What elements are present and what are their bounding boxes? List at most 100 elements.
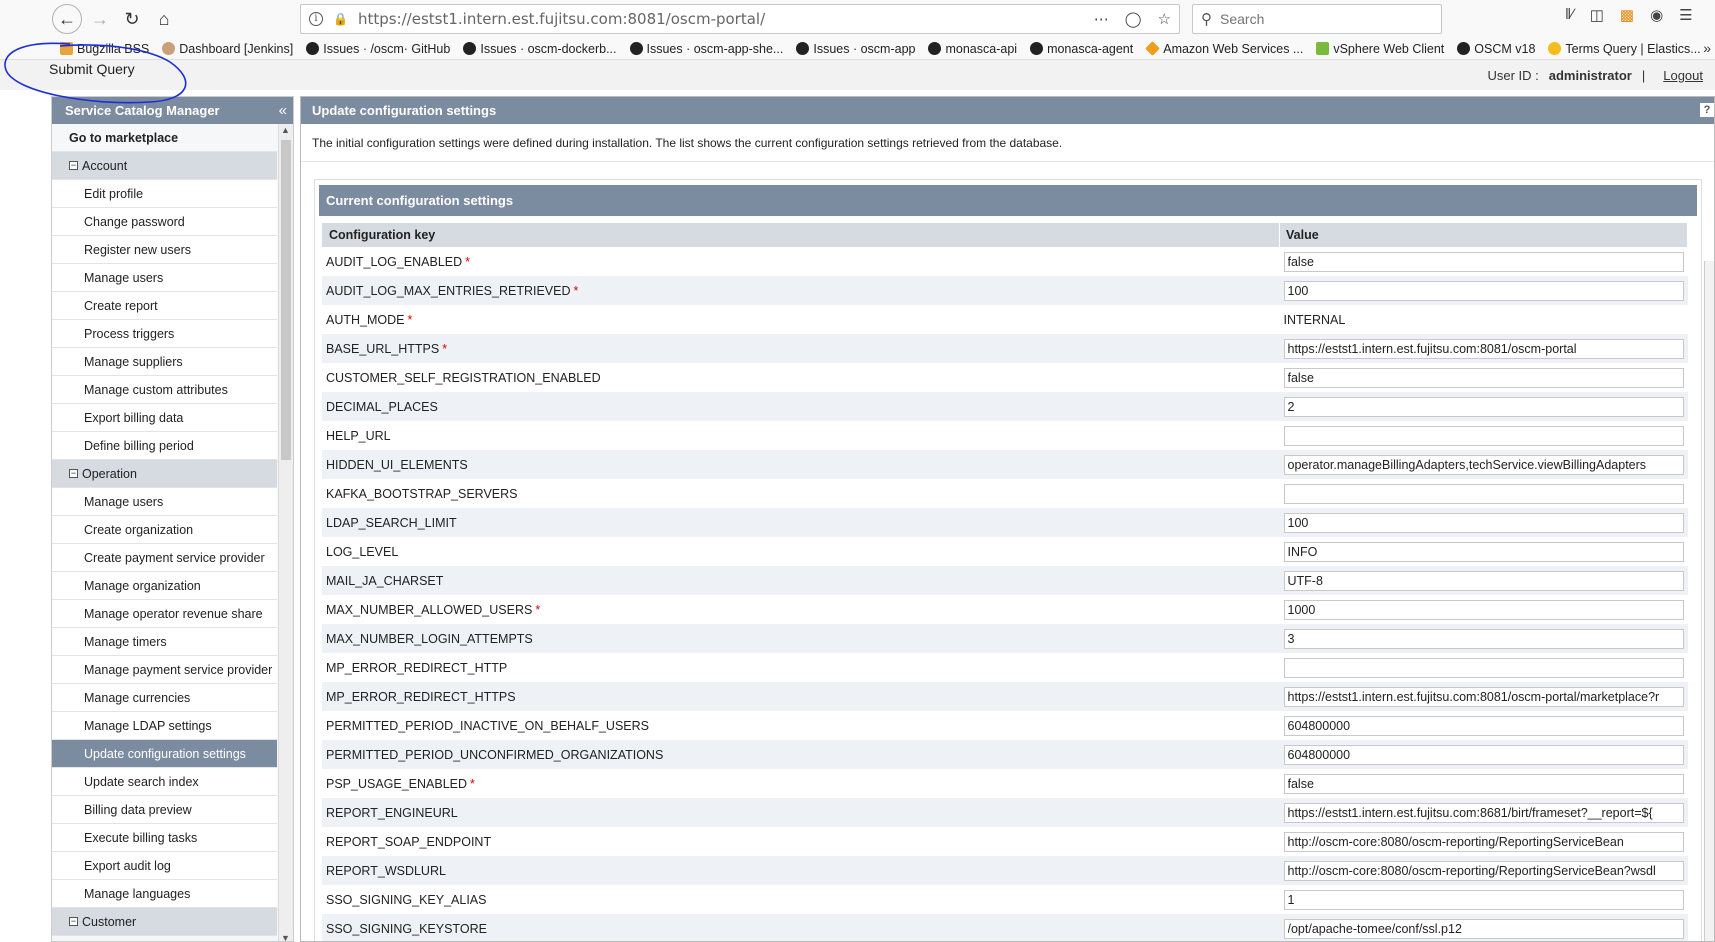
config-value-input[interactable] [1283, 744, 1684, 765]
config-value-input[interactable] [1283, 715, 1684, 736]
scroll-up-icon[interactable]: ▲ [281, 125, 290, 135]
help-icon[interactable]: ? [1700, 103, 1714, 117]
sidebar-toggle-icon[interactable]: ◫ [1590, 6, 1604, 24]
sidebar-item-label: Export audit log [84, 859, 171, 873]
config-value-input[interactable] [1283, 889, 1684, 910]
sidebar-section[interactable]: − Operation [52, 460, 277, 488]
collapse-section-icon[interactable]: − [69, 917, 78, 926]
config-value-input[interactable] [1283, 628, 1684, 649]
bookmark-item[interactable]: Issues · oscm-app [796, 42, 915, 56]
collapse-sidebar-icon[interactable]: « [279, 97, 287, 124]
url-bar[interactable]: i 🔒 https://estst1.intern.est.fujitsu.co… [300, 4, 1180, 34]
config-value-input[interactable] [1283, 338, 1684, 359]
sidebar-item[interactable]: Manage organization [52, 572, 277, 600]
sidebar-scroll-thumb[interactable] [281, 140, 291, 460]
bookmark-item[interactable]: vSphere Web Client [1316, 42, 1444, 56]
star-bookmark-icon[interactable]: ☆ [1158, 10, 1171, 28]
more-bookmarks-icon[interactable]: » [1703, 40, 1711, 56]
sidebar-item[interactable]: Process triggers [52, 320, 277, 348]
sidebar-item[interactable]: Manage custom attributes [52, 376, 277, 404]
browser-search-input[interactable] [1220, 11, 1420, 27]
bookmark-item[interactable]: Amazon Web Services ... [1145, 41, 1303, 56]
extension-icon[interactable]: ▩ [1620, 6, 1634, 24]
sidebar-item[interactable]: Update search index [52, 768, 277, 796]
url-text[interactable]: https://estst1.intern.est.fujitsu.com:80… [358, 10, 765, 28]
config-value-input[interactable] [1283, 831, 1684, 852]
config-value-input[interactable] [1283, 425, 1684, 446]
home-icon[interactable]: ⌂ [148, 3, 180, 35]
sidebar-item[interactable]: Manage suppliers [52, 348, 277, 376]
sidebar-item[interactable]: Manage users [52, 264, 277, 292]
sidebar-item[interactable]: Register new users [52, 236, 277, 264]
config-value-input[interactable] [1283, 860, 1684, 881]
sidebar-item[interactable]: Update configuration settings [52, 740, 277, 768]
bookmark-item[interactable]: Issues · oscm-app-she... [629, 42, 783, 56]
sidebar-item[interactable]: Export audit log [52, 852, 277, 880]
bookmark-item[interactable]: Issues · oscm-dockerb... [463, 42, 617, 56]
sidebar-item[interactable]: Create organization [52, 516, 277, 544]
reload-icon[interactable]: ↻ [116, 3, 148, 35]
account-icon[interactable]: ◉ [1650, 6, 1663, 24]
bookmark-item[interactable]: Dashboard [Jenkins] [162, 42, 293, 56]
config-value-input[interactable] [1283, 773, 1684, 794]
collapse-section-icon[interactable]: − [69, 469, 78, 478]
menu-icon[interactable]: ☰ [1679, 6, 1692, 24]
config-value-input[interactable] [1283, 454, 1684, 475]
config-table: Configuration key Value AUDIT_LOG_ENABLE… [322, 223, 1688, 941]
back-arrow-icon[interactable]: ← [52, 4, 82, 34]
required-marker: * [465, 254, 471, 269]
forward-arrow-icon[interactable]: → [84, 3, 116, 35]
config-value-input[interactable] [1283, 541, 1684, 562]
sidebar-item[interactable]: Change password [52, 208, 277, 236]
config-value-input[interactable] [1283, 570, 1684, 591]
config-value-input[interactable] [1283, 657, 1684, 678]
bookmark-item[interactable]: monasca-agent [1030, 42, 1133, 56]
sidebar-scrollbar[interactable]: ▲ ▼ [278, 124, 293, 941]
bookmark-item[interactable]: Issues · /oscm· GitHub [306, 42, 450, 56]
library-icon[interactable]: ‖∕ [1565, 6, 1574, 24]
sidebar-section[interactable]: − Account [52, 152, 277, 180]
collapse-section-icon[interactable]: − [69, 161, 78, 170]
sidebar-item[interactable]: Manage languages [52, 880, 277, 908]
sidebar-item[interactable]: Manage users [52, 488, 277, 516]
config-value-input[interactable] [1283, 802, 1684, 823]
config-value-input[interactable] [1283, 396, 1684, 417]
config-value-input[interactable] [1283, 251, 1684, 272]
column-header-key: Configuration key [322, 223, 1280, 247]
main-scrollbar[interactable] [1704, 261, 1714, 941]
logout-link[interactable]: Logout [1663, 68, 1703, 83]
sidebar-item[interactable]: Create report [52, 292, 277, 320]
sidebar-item[interactable]: Define billing period [52, 432, 277, 460]
config-value-input[interactable] [1283, 512, 1684, 533]
bookmark-item[interactable]: Terms Query | Elastics... [1548, 42, 1701, 56]
sidebar-item[interactable]: Manage operator revenue share [52, 600, 277, 628]
sidebar-item[interactable]: Manage LDAP settings [52, 712, 277, 740]
sidebar-item[interactable]: Execute billing tasks [52, 824, 277, 852]
page-actions-icon[interactable]: ⋯ [1094, 10, 1109, 28]
sidebar-item[interactable]: Manage currencies [52, 684, 277, 712]
scroll-down-icon[interactable]: ▼ [281, 933, 290, 941]
submit-query-button[interactable]: Submit Query [49, 61, 135, 77]
sidebar-item[interactable]: Manage payment service provider [52, 656, 277, 684]
bookmark-item[interactable]: OSCM v18 [1457, 42, 1535, 56]
config-value-input[interactable] [1283, 367, 1684, 388]
sidebar-section[interactable]: − Customer [52, 908, 277, 936]
sidebar-item[interactable]: Manage timers [52, 628, 277, 656]
pocket-icon[interactable]: ◯ [1125, 10, 1142, 28]
info-icon[interactable]: i [309, 12, 323, 26]
bookmark-item[interactable]: Bugzilla BSS [60, 42, 149, 56]
config-value-input[interactable] [1283, 686, 1684, 707]
config-value-input[interactable] [1283, 483, 1684, 504]
sidebar-item[interactable]: Edit profile [52, 180, 277, 208]
lock-icon[interactable]: 🔒 [333, 12, 348, 26]
sidebar-item[interactable]: Export billing data [52, 404, 277, 432]
github-icon [463, 42, 477, 55]
browser-search-bar[interactable]: ⚲ [1192, 4, 1442, 34]
sidebar-item[interactable]: Create payment service provider [52, 544, 277, 572]
bookmark-item[interactable]: monasca-api [928, 42, 1017, 56]
config-value-input[interactable] [1283, 280, 1684, 301]
config-value-input[interactable] [1283, 599, 1684, 620]
sidebar-item[interactable]: Go to marketplace [52, 124, 277, 152]
config-value-input[interactable] [1283, 918, 1684, 939]
sidebar-item[interactable]: Billing data preview [52, 796, 277, 824]
